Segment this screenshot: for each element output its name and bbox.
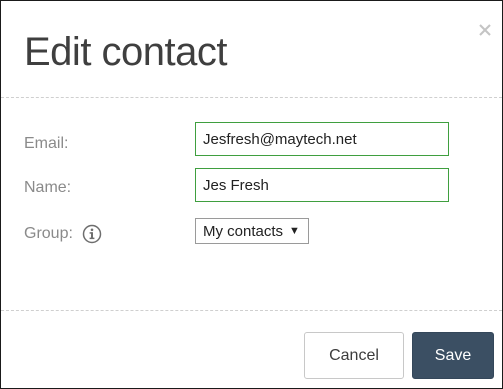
edit-contact-dialog: Edit contact Email: Name: Group: My cont… [0, 0, 503, 389]
dialog-title: Edit contact [24, 30, 228, 74]
close-icon[interactable] [478, 23, 492, 37]
group-select[interactable]: My contacts ▼ [195, 218, 309, 244]
save-button[interactable]: Save [412, 332, 494, 379]
name-label: Name: [24, 179, 72, 196]
chevron-down-icon: ▼ [289, 225, 300, 237]
group-label: Group: [24, 225, 73, 242]
group-select-value: My contacts [203, 222, 284, 240]
name-field[interactable] [195, 168, 449, 202]
email-label: Email: [24, 135, 69, 152]
group-label-row: Group: [24, 224, 102, 244]
email-field[interactable] [195, 122, 449, 156]
info-icon[interactable] [82, 224, 102, 244]
header-divider [1, 97, 502, 98]
cancel-button[interactable]: Cancel [304, 332, 404, 379]
footer-divider [1, 310, 502, 311]
